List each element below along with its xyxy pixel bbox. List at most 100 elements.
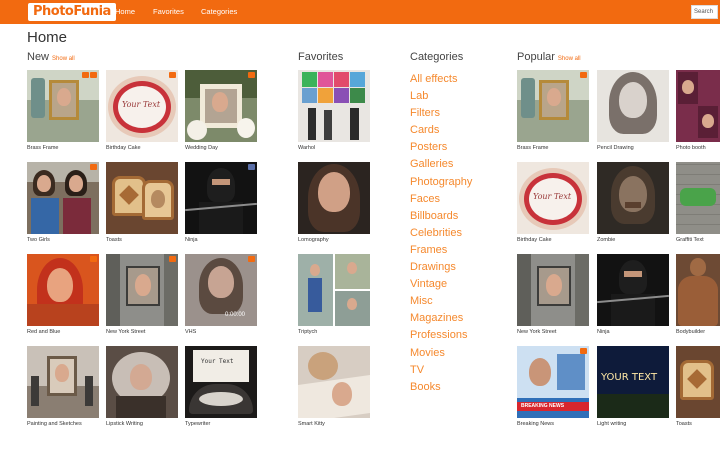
nav-categories[interactable]: Categories (201, 0, 237, 24)
new-badge-icon (248, 72, 255, 78)
pencil-drawing-thumb (597, 70, 669, 142)
category-all-effects[interactable]: All effects (410, 71, 472, 88)
tile-smart-kitty[interactable]: Smart Kitty (298, 346, 370, 427)
category-filters[interactable]: Filters (410, 105, 472, 122)
tile-typewriter[interactable]: Your Text Typewriter (185, 346, 257, 427)
favorites-section-heading: Favorites (298, 51, 343, 63)
tile-popular-brass-frame[interactable]: Brass Frame (517, 70, 589, 151)
category-drawings[interactable]: Drawings (410, 259, 472, 276)
category-movies[interactable]: Movies (410, 345, 472, 362)
lomography-thumb (298, 162, 370, 234)
tile-popular-ninja[interactable]: Ninja (597, 254, 669, 335)
new-badge-icon (90, 72, 97, 78)
tile-label: Toasts (676, 421, 692, 427)
tile-two-girls[interactable]: Two Girls (27, 162, 99, 243)
photo-booth-thumb (676, 70, 720, 142)
category-photography[interactable]: Photography (410, 174, 472, 191)
tile-toasts[interactable]: Toasts (106, 162, 178, 243)
new-badge-icon (82, 72, 89, 78)
tile-brass-frame[interactable]: Brass Frame (27, 70, 99, 151)
light-writing-text: YOUR TEXT (601, 372, 658, 383)
categories-section-heading: Categories (410, 51, 463, 63)
tile-vhs[interactable]: 0:00:00 VHS (185, 254, 257, 335)
tile-zombie[interactable]: Zombie (597, 162, 669, 243)
tile-label: Painting and Sketches (27, 421, 82, 427)
tile-triptych[interactable]: Triptych (298, 254, 370, 335)
tile-birthday-cake[interactable]: Your Text Birthday Cake (106, 70, 178, 151)
category-misc[interactable]: Misc (410, 293, 472, 310)
tile-lipstick-writing[interactable]: Lipstick Writing (106, 346, 178, 427)
tile-label: VHS (185, 329, 197, 335)
brass-frame-thumb (27, 70, 99, 142)
nav-home[interactable]: Home (115, 0, 135, 24)
tile-painting-and-sketches[interactable]: Painting and Sketches (27, 346, 99, 427)
category-posters[interactable]: Posters (410, 139, 472, 156)
logo-text-funia: Funia (73, 4, 111, 19)
painting-thumb (27, 346, 99, 418)
tile-photo-booth[interactable]: Photo booth (676, 70, 720, 151)
category-lab[interactable]: Lab (410, 88, 472, 105)
tile-label: Triptych (298, 329, 318, 335)
tile-popular-toasts[interactable]: Toasts (676, 346, 720, 427)
new-badge-icon (169, 256, 176, 262)
favorites-title: Favorites (298, 51, 344, 63)
category-books[interactable]: Books (410, 379, 472, 396)
wedding-day-thumb (185, 70, 257, 142)
tile-label: Photo booth (676, 145, 706, 151)
page-title: Home (27, 29, 68, 46)
two-girls-thumb (27, 162, 99, 234)
category-cards[interactable]: Cards (410, 122, 472, 139)
category-professions[interactable]: Professions (410, 327, 472, 344)
tile-label: Birthday Cake (517, 237, 552, 243)
tile-label: Ninja (185, 237, 198, 243)
search-input[interactable]: Search (691, 5, 718, 19)
tile-popular-new-york-street[interactable]: New York Street (517, 254, 589, 335)
birthday-cake-thumb: Your Text (517, 162, 589, 234)
new-badge-icon (169, 72, 176, 78)
tile-label: Birthday Cake (106, 145, 141, 151)
tile-warhol[interactable]: Warhol (298, 70, 370, 151)
tile-label: Brass Frame (27, 145, 59, 151)
tile-label: Wedding Day (185, 145, 218, 151)
tile-label: Bodybuilder (676, 329, 706, 335)
category-faces[interactable]: Faces (410, 191, 472, 208)
tile-popular-birthday-cake[interactable]: Your Text Birthday Cake (517, 162, 589, 243)
graffiti-text-thumb (676, 162, 720, 234)
tile-new-york-street[interactable]: New York Street (106, 254, 178, 335)
tile-label: New York Street (517, 329, 557, 335)
tile-label: Red and Blue (27, 329, 61, 335)
category-vintage[interactable]: Vintage (410, 276, 472, 293)
tile-breaking-news[interactable]: BREAKING NEWS Breaking News (517, 346, 589, 427)
tile-label: Zombie (597, 237, 616, 243)
tile-pencil-drawing[interactable]: Pencil Drawing (597, 70, 669, 151)
tile-lomography[interactable]: Lomography (298, 162, 370, 243)
smart-kitty-thumb (298, 346, 370, 418)
breaking-news-thumb: BREAKING NEWS (517, 346, 589, 418)
tile-label: New York Street (106, 329, 146, 335)
toasts-thumb (676, 346, 720, 418)
category-tv[interactable]: TV (410, 362, 472, 379)
category-galleries[interactable]: Galleries (410, 156, 472, 173)
tile-bodybuilder[interactable]: Bodybuilder (676, 254, 720, 335)
lipstick-thumb (106, 346, 178, 418)
category-celebrities[interactable]: Celebrities (410, 225, 472, 242)
category-billboards[interactable]: Billboards (410, 208, 472, 225)
tile-light-writing[interactable]: YOUR TEXT Light writing (597, 346, 669, 427)
tile-red-and-blue[interactable]: Red and Blue (27, 254, 99, 335)
nav-favorites[interactable]: Favorites (153, 0, 184, 24)
new-show-all-link[interactable]: Show all (52, 56, 75, 62)
logo-text-photo: Photo (33, 4, 74, 19)
tile-graffiti-text[interactable]: Graffiti Text (676, 162, 720, 243)
tile-label: Breaking News (517, 421, 554, 427)
category-magazines[interactable]: Magazines (410, 310, 472, 327)
popular-section-heading: Popular Show all (517, 51, 581, 63)
tile-wedding-day[interactable]: Wedding Day (185, 70, 257, 151)
photofunia-logo[interactable]: Photo Funia (28, 3, 116, 21)
popular-show-all-link[interactable]: Show all (558, 56, 581, 62)
popular-title: Popular (517, 51, 555, 63)
cake-text: Your Text (122, 100, 161, 109)
tile-ninja[interactable]: Ninja (185, 162, 257, 243)
category-frames[interactable]: Frames (410, 242, 472, 259)
new-badge-icon (580, 72, 587, 78)
tile-label: Two Girls (27, 237, 50, 243)
